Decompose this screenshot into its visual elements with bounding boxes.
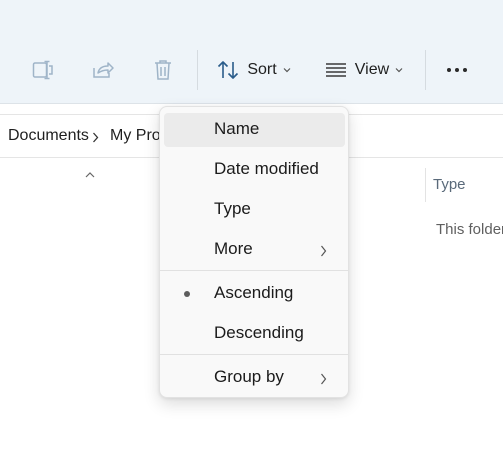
menu-item-label: Ascending [214, 283, 294, 302]
sort-icon [217, 60, 239, 80]
menu-item-type[interactable]: Type [164, 193, 345, 227]
view-label: View [354, 61, 390, 78]
command-bar: Sort View [0, 0, 503, 104]
sort-menu: Name Date modified Type More Ascending D… [159, 106, 349, 398]
column-divider[interactable] [425, 168, 426, 202]
rename-icon [32, 60, 54, 80]
chevron-right-icon [320, 372, 327, 390]
selected-bullet-icon [184, 291, 190, 297]
file-explorer-window: Sort View Documents My Proj Type This fo… [0, 0, 503, 470]
share-button[interactable] [86, 52, 120, 88]
toolbar-divider [425, 50, 426, 90]
menu-item-date-modified[interactable]: Date modified [164, 153, 345, 187]
sort-ascending-icon [84, 166, 96, 184]
chevron-right-icon [320, 244, 327, 262]
delete-button[interactable] [146, 52, 180, 88]
chevron-down-icon [283, 67, 291, 73]
sort-button[interactable]: Sort [214, 52, 294, 88]
menu-item-descending[interactable]: Descending [164, 317, 345, 351]
menu-item-label: Date modified [214, 159, 319, 178]
menu-divider [160, 270, 348, 271]
rename-button[interactable] [26, 52, 60, 88]
menu-item-label: More [214, 239, 253, 258]
breadcrumb-item-current[interactable]: My Proj [110, 127, 164, 145]
delete-icon [153, 59, 173, 81]
menu-item-label: Descending [214, 323, 304, 342]
toolbar-divider [197, 50, 198, 90]
menu-item-ascending[interactable]: Ascending [164, 277, 345, 311]
chevron-right-icon [92, 130, 99, 148]
menu-item-group-by[interactable]: Group by [164, 361, 345, 395]
share-icon [92, 60, 114, 80]
view-icon [325, 62, 347, 78]
menu-item-more[interactable]: More [164, 233, 345, 267]
menu-item-label: Type [214, 199, 251, 218]
sort-label: Sort [247, 61, 277, 78]
more-icon [446, 67, 468, 73]
menu-item-name[interactable]: Name [164, 113, 345, 147]
empty-folder-message: This folder [436, 221, 503, 238]
breadcrumb-item-documents[interactable]: Documents [8, 127, 89, 145]
menu-item-label: Name [214, 119, 260, 138]
chevron-down-icon [395, 67, 403, 73]
menu-divider [160, 354, 348, 355]
menu-item-label: Group by [214, 367, 284, 386]
view-button[interactable]: View [322, 52, 406, 88]
column-header-type[interactable]: Type [433, 176, 466, 193]
see-more-button[interactable] [440, 52, 474, 88]
